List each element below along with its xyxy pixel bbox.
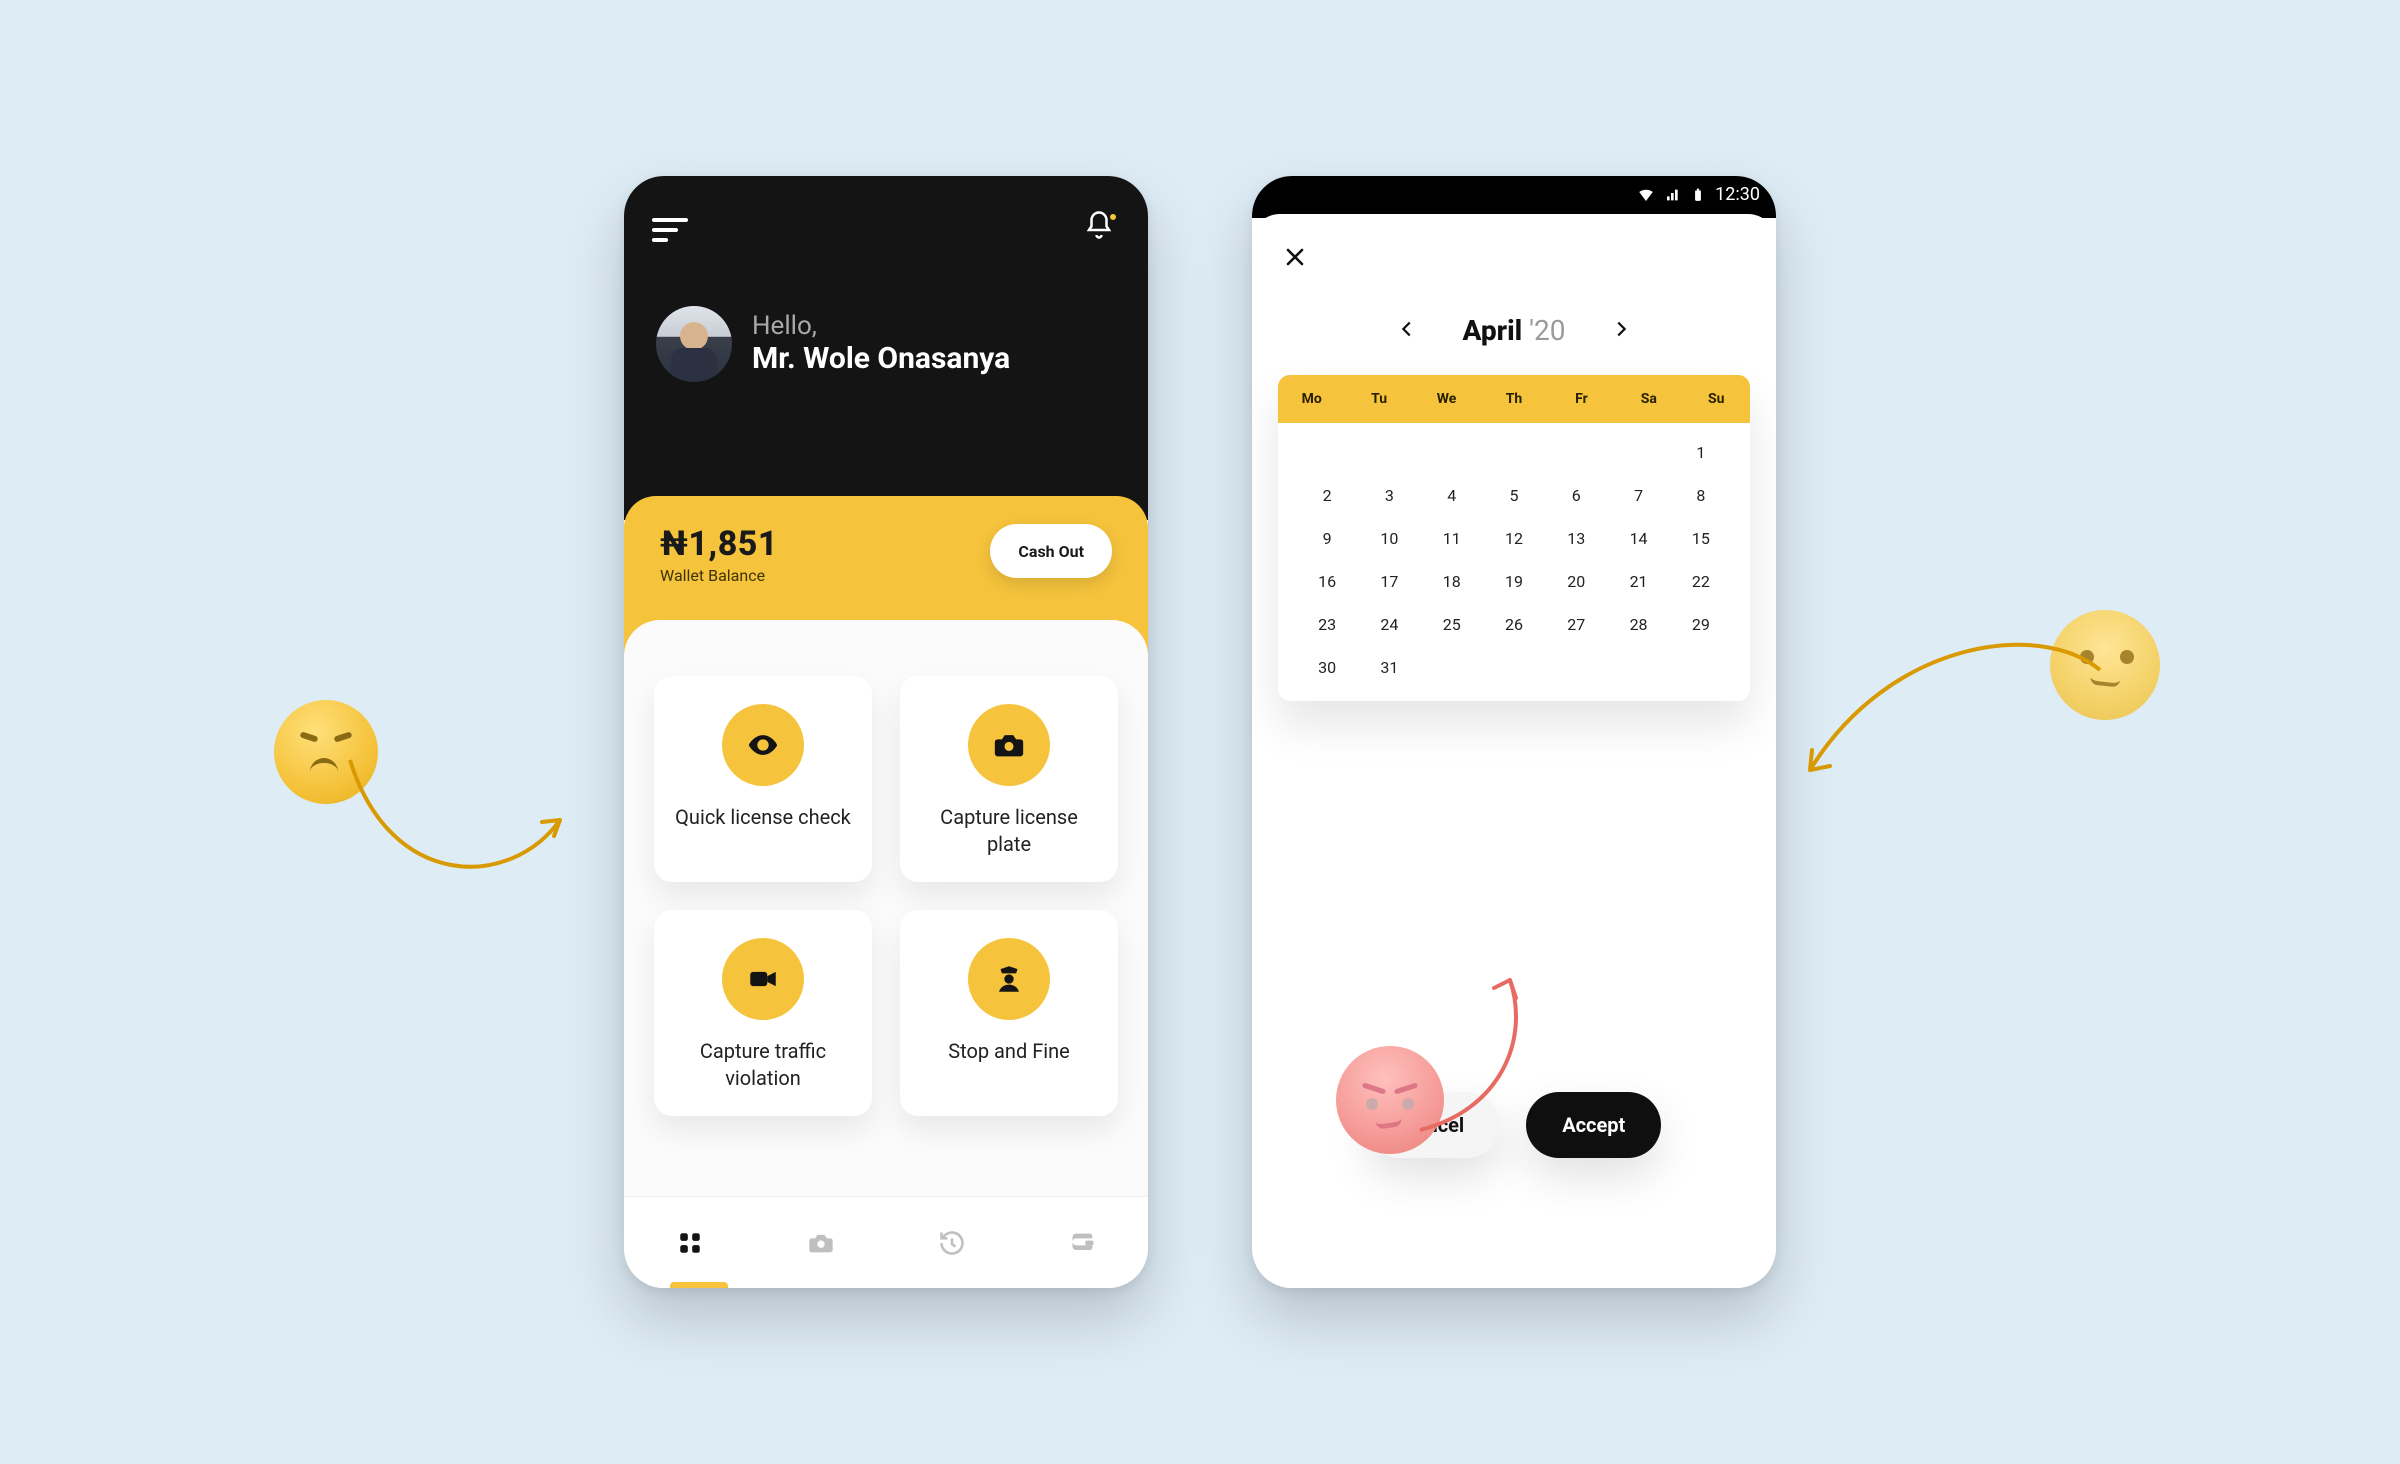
user-name: Mr. Wole Onasanya (752, 341, 1010, 376)
grid-icon (677, 1230, 703, 1256)
tab-wallet[interactable] (1059, 1219, 1107, 1267)
menu-button[interactable] (652, 218, 692, 246)
greeting-block: Hello, Mr. Wole Onasanya (752, 313, 1010, 376)
month-name: April (1462, 314, 1522, 347)
battery-icon (1691, 186, 1705, 204)
close-icon (1283, 245, 1307, 269)
month-header: April '20 (1278, 314, 1750, 347)
month-year: '20 (1529, 314, 1565, 347)
mockup-stage: Hello, Mr. Wole Onasanya ₦1,851 Wallet B… (624, 176, 1776, 1288)
dow-cell: We (1413, 375, 1480, 423)
status-bar: 12:30 (1252, 176, 1776, 218)
emoji-confused (2050, 610, 2160, 720)
calendar-dow-row: MoTuWeThFrSaSu (1278, 375, 1750, 423)
day-cell[interactable]: 16 (1296, 572, 1358, 591)
tab-capture[interactable] (797, 1219, 845, 1267)
day-cell[interactable]: 15 (1670, 529, 1732, 548)
dow-cell: Sa (1615, 375, 1682, 423)
action-tile-0[interactable]: Quick license check (654, 676, 872, 882)
day-cell[interactable]: 12 (1483, 529, 1545, 548)
phone-calendar: 12:30 April '20 MoTuWeThFrSaSu (1252, 176, 1776, 1288)
dashboard-header: Hello, Mr. Wole Onasanya (624, 176, 1148, 520)
greeting: Hello, (752, 313, 1010, 339)
chevron-right-icon (1610, 318, 1632, 340)
day-cell[interactable]: 27 (1545, 615, 1607, 634)
camera-icon (807, 1229, 835, 1257)
day-cell[interactable]: 23 (1296, 615, 1358, 634)
day-cell-trailing[interactable]: 31 (1358, 658, 1420, 677)
history-icon (938, 1229, 966, 1257)
wallet-icon (1069, 1229, 1097, 1257)
day-cell[interactable]: 30 (1296, 658, 1358, 677)
avatar[interactable] (656, 306, 732, 382)
day-cell[interactable]: 21 (1607, 572, 1669, 591)
day-cell[interactable]: 29 (1670, 615, 1732, 634)
tile-label: Stop and Fine (916, 1038, 1102, 1065)
day-cell[interactable]: 20 (1545, 572, 1607, 591)
accept-button[interactable]: Accept (1526, 1092, 1661, 1158)
day-cell[interactable]: 4 (1421, 486, 1483, 505)
day-cell[interactable]: 28 (1607, 615, 1669, 634)
day-cell[interactable]: 5 (1483, 486, 1545, 505)
status-time: 12:30 (1715, 184, 1760, 205)
prev-month-button[interactable] (1396, 318, 1418, 344)
notification-dot (1108, 212, 1118, 222)
dow-cell: Tu (1345, 375, 1412, 423)
day-cell[interactable]: 26 (1483, 615, 1545, 634)
phone-dashboard: Hello, Mr. Wole Onasanya ₦1,851 Wallet B… (624, 176, 1148, 1288)
bottom-tabbar (624, 1196, 1148, 1288)
day-cell[interactable]: 11 (1421, 529, 1483, 548)
day-cell[interactable]: 9 (1296, 529, 1358, 548)
day-cell[interactable]: 18 (1421, 572, 1483, 591)
emoji-squint (274, 700, 378, 804)
calendar-grid: ......1234567891011121314151617181920212… (1278, 423, 1750, 701)
day-cell[interactable]: 2 (1296, 486, 1358, 505)
cash-out-label: Cash Out (1018, 542, 1084, 561)
notifications-button[interactable] (1084, 210, 1120, 246)
day-cell[interactable]: 17 (1358, 572, 1420, 591)
calendar-card: MoTuWeThFrSaSu ......1234567891011121314… (1278, 375, 1750, 701)
dow-cell: Th (1480, 375, 1547, 423)
video-icon (722, 938, 804, 1020)
signal-icon (1665, 187, 1681, 203)
tile-label: Capture traffic violation (670, 1038, 856, 1092)
accept-label: Accept (1562, 1113, 1625, 1137)
tab-history[interactable] (928, 1219, 976, 1267)
action-tile-2[interactable]: Capture traffic violation (654, 910, 872, 1116)
day-cell[interactable]: 19 (1483, 572, 1545, 591)
day-cell[interactable]: 25 (1421, 615, 1483, 634)
tile-label: Capture license plate (916, 804, 1102, 858)
camera-icon (968, 704, 1050, 786)
day-cell[interactable]: 14 (1607, 529, 1669, 548)
officer-icon (968, 938, 1050, 1020)
dow-cell: Fr (1548, 375, 1615, 423)
cash-out-button[interactable]: Cash Out (990, 524, 1112, 578)
day-cell[interactable]: 22 (1670, 572, 1732, 591)
wallet-label: Wallet Balance (660, 566, 778, 585)
wallet-amount: ₦1,851 (660, 524, 778, 564)
emoji-angry (1336, 1046, 1444, 1154)
tab-indicator (670, 1282, 728, 1288)
day-cell[interactable]: 6 (1545, 486, 1607, 505)
dow-cell: Su (1683, 375, 1750, 423)
eye-icon (722, 704, 804, 786)
wifi-icon (1637, 186, 1655, 204)
day-cell[interactable]: 8 (1670, 486, 1732, 505)
action-tile-3[interactable]: Stop and Fine (900, 910, 1118, 1116)
next-month-button[interactable] (1610, 318, 1632, 344)
day-cell[interactable]: 1 (1670, 443, 1732, 462)
tab-home[interactable] (666, 1219, 714, 1267)
tile-label: Quick license check (670, 804, 856, 831)
day-cell[interactable]: 10 (1358, 529, 1420, 548)
day-cell[interactable]: 24 (1358, 615, 1420, 634)
dow-cell: Mo (1278, 375, 1345, 423)
month-title: April '20 (1462, 314, 1565, 347)
chevron-left-icon (1396, 318, 1418, 340)
action-tile-1[interactable]: Capture license plate (900, 676, 1118, 882)
day-cell[interactable]: 3 (1358, 486, 1420, 505)
day-cell[interactable]: 7 (1607, 486, 1669, 505)
close-button[interactable] (1278, 240, 1312, 274)
actions-sheet: Quick license check Capture license plate… (624, 620, 1148, 1288)
day-cell[interactable]: 13 (1545, 529, 1607, 548)
